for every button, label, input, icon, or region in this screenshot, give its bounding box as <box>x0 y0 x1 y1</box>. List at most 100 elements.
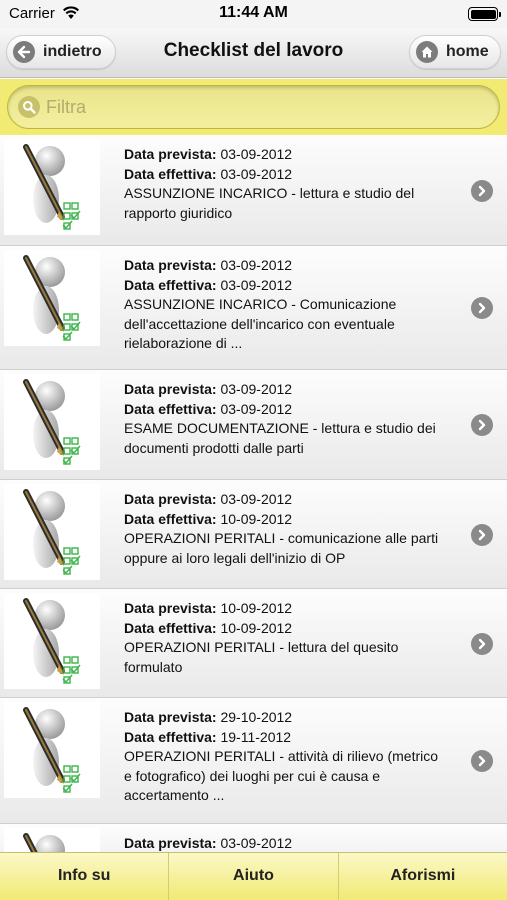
back-arrow-icon <box>13 41 35 63</box>
task-description: ESAME DOCUMENTAZIONE - lettura e studio … <box>124 420 436 436</box>
planned-date-label: Data prevista: <box>124 381 217 397</box>
status-bar: Carrier 11:44 AM <box>0 0 507 28</box>
task-description: rielaborazione di ... <box>124 335 243 351</box>
task-description: rapporto giuridico <box>124 204 233 221</box>
planned-date-label: Data prevista: <box>124 257 217 273</box>
task-description: accertamento ... <box>124 787 225 803</box>
task-description: dell'accettazione dell'incarico con even… <box>124 315 395 332</box>
actual-date: Data effettiva: 03-09-2012 <box>124 400 464 420</box>
planned-date: Data prevista: 03-09-2012 <box>124 145 464 165</box>
tab-help[interactable]: Aiuto <box>169 853 339 900</box>
actual-date-value: 03-09-2012 <box>220 276 293 293</box>
chevron-right-icon[interactable] <box>471 180 493 202</box>
home-icon <box>416 41 438 63</box>
actual-date-label: Data effettiva: <box>124 165 217 182</box>
page-title: Checklist del lavoro <box>163 40 344 61</box>
task-description: ASSUNZIONE INCARICO - lettura e studio d… <box>124 185 415 201</box>
planned-date-value: 03-09-2012 <box>220 257 293 273</box>
chevron-right-icon[interactable] <box>471 414 493 436</box>
filter-bar <box>0 79 507 135</box>
list-item-text: Data prevista: 03-09-2012 Data effettiva:… <box>124 145 464 223</box>
actual-date-label: Data effettiva: <box>124 276 217 293</box>
planned-date-label: Data prevista: <box>124 491 217 507</box>
planned-date-value: 29-10-2012 <box>220 709 293 725</box>
chevron-right-icon[interactable] <box>471 297 493 319</box>
task-description: OPERAZIONI PERITALI - lettura del quesit… <box>124 639 399 655</box>
planned-date-value: 03-09-2012 <box>220 491 293 507</box>
chevron-right-icon[interactable] <box>471 750 493 772</box>
chevron-right-icon[interactable] <box>471 633 493 655</box>
planned-date: Data prevista: 29-10-2012 <box>124 708 464 728</box>
actual-date-label: Data effettiva: <box>124 728 217 745</box>
checklist-list: Data prevista: 03-09-2012 Data effettiva:… <box>0 135 507 852</box>
planned-date: Data prevista: 03-09-2012 <box>124 490 464 510</box>
actual-date: Data effettiva: 03-09-2012 <box>124 276 464 296</box>
actual-date: Data effettiva: 10-09-2012 <box>124 619 464 639</box>
planned-date-label: Data prevista: <box>124 146 217 162</box>
planned-date-value: 03-09-2012 <box>220 835 293 851</box>
planned-date: Data prevista: 03-09-2012 <box>124 834 464 852</box>
planned-date: Data prevista: 03-09-2012 <box>124 380 464 400</box>
actual-date-value: 10-09-2012 <box>220 510 293 527</box>
task-thumbnail-icon <box>4 139 100 235</box>
actual-date-value: 03-09-2012 <box>220 165 293 182</box>
actual-date-value: 10-09-2012 <box>220 619 293 636</box>
clock: 11:44 AM <box>219 4 288 21</box>
actual-date-value: 03-09-2012 <box>220 400 293 417</box>
list-item[interactable]: Data prevista: 29-10-2012 Data effettiva:… <box>0 698 507 824</box>
list-item-text: Data prevista: 03-09-2012 <box>124 834 464 852</box>
planned-date-label: Data prevista: <box>124 835 217 851</box>
back-button[interactable]: indietro <box>6 35 116 69</box>
task-description: OPERAZIONI PERITALI - comunicazione alle… <box>124 530 439 546</box>
chevron-right-icon[interactable] <box>471 524 493 546</box>
planned-date: Data prevista: 10-09-2012 <box>124 599 464 619</box>
home-button-label: home <box>446 43 489 60</box>
actual-date-label: Data effettiva: <box>124 400 217 417</box>
task-thumbnail-icon <box>4 484 100 580</box>
list-item-text: Data prevista: 03-09-2012 Data effettiva:… <box>124 256 464 354</box>
actual-date-value: 19-11-2012 <box>220 728 292 745</box>
actual-date: Data effettiva: 19-11-2012 <box>124 728 464 748</box>
planned-date-value: 03-09-2012 <box>220 381 293 397</box>
tab-aphorisms[interactable]: Aforismi <box>339 853 507 900</box>
task-thumbnail-icon <box>4 593 100 689</box>
planned-date-value: 10-09-2012 <box>220 600 293 616</box>
list-item[interactable]: Data prevista: 03-09-2012 Data effettiva:… <box>0 480 507 589</box>
task-description: oppure ai loro legali dell'inizio di OP <box>124 549 346 566</box>
planned-date: Data prevista: 03-09-2012 <box>124 256 464 276</box>
list-item-text: Data prevista: 03-09-2012 Data effettiva:… <box>124 490 464 568</box>
actual-date: Data effettiva: 03-09-2012 <box>124 165 464 185</box>
list-item[interactable]: Data prevista: 03-09-2012 Data effettiva:… <box>0 246 507 370</box>
task-thumbnail-icon <box>4 250 100 346</box>
battery-icon <box>468 7 501 21</box>
search-icon <box>18 96 40 118</box>
actual-date-label: Data effettiva: <box>124 510 217 527</box>
actual-date: Data effettiva: 10-09-2012 <box>124 510 464 530</box>
planned-date-label: Data prevista: <box>124 600 217 616</box>
tab-info[interactable]: Info su <box>0 853 170 900</box>
task-description: OPERAZIONI PERITALI - attività di riliev… <box>124 748 439 764</box>
task-description: ASSUNZIONE INCARICO - Comunicazione <box>124 296 397 312</box>
list-item[interactable]: Data prevista: 10-09-2012 Data effettiva:… <box>0 589 507 698</box>
task-description: formulato <box>124 658 183 675</box>
list-item-text: Data prevista: 10-09-2012 Data effettiva:… <box>124 599 464 677</box>
nav-bar: indietro Checklist del lavoro home <box>0 28 507 78</box>
planned-date-value: 03-09-2012 <box>220 146 293 162</box>
list-item-text: Data prevista: 03-09-2012 Data effettiva:… <box>124 380 464 458</box>
task-thumbnail-icon <box>4 702 100 798</box>
home-button[interactable]: home <box>409 35 501 69</box>
task-thumbnail-icon <box>4 374 100 470</box>
task-description: e fotografico) dei luoghi per cui è caus… <box>124 767 381 784</box>
list-item[interactable]: Data prevista: 03-09-2012 <box>0 824 507 852</box>
task-thumbnail-icon <box>4 828 100 852</box>
list-item-text: Data prevista: 29-10-2012 Data effettiva:… <box>124 708 464 806</box>
back-button-label: indietro <box>43 43 102 60</box>
task-description: documenti prodotti dalle parti <box>124 439 304 456</box>
planned-date-label: Data prevista: <box>124 709 217 725</box>
tab-bar: Info su Aiuto Aforismi <box>0 852 507 900</box>
filter-input[interactable] <box>46 86 486 128</box>
filter-field[interactable] <box>7 85 500 129</box>
list-item[interactable]: Data prevista: 03-09-2012 Data effettiva:… <box>0 135 507 246</box>
list-item[interactable]: Data prevista: 03-09-2012 Data effettiva:… <box>0 370 507 480</box>
actual-date-label: Data effettiva: <box>124 619 217 636</box>
